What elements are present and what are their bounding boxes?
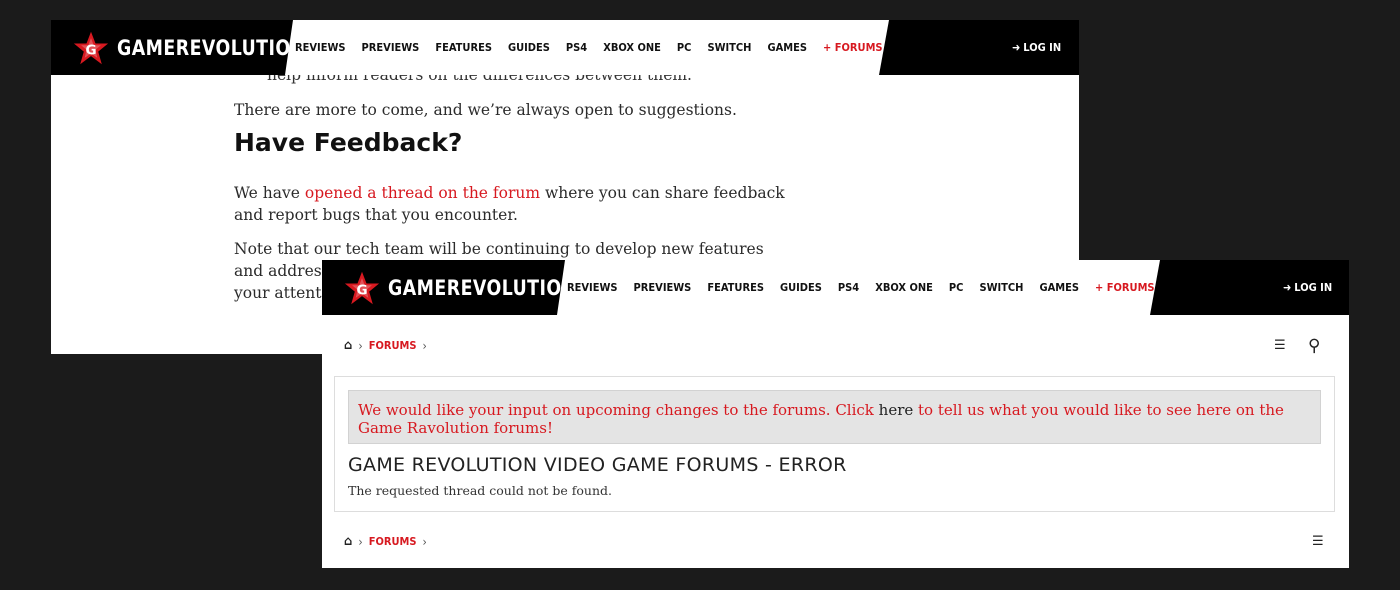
nav-games[interactable]: GAMES bbox=[1039, 281, 1079, 294]
nav-reviews[interactable]: REVIEWS bbox=[295, 41, 346, 54]
article-heading: Have Feedback? bbox=[234, 128, 463, 157]
site-logo[interactable]: G GAMEREVOLUTION bbox=[51, 20, 322, 75]
star-logo-icon: G bbox=[73, 31, 109, 64]
nav-members[interactable]: + MEMBERS bbox=[1171, 281, 1238, 294]
nav-forums[interactable]: + FORUMS bbox=[1095, 281, 1155, 294]
breadcrumb-forums[interactable]: FORUMS bbox=[369, 339, 417, 352]
login-label: LOG IN bbox=[1023, 41, 1062, 54]
logo-wordmark: GAMEREVOLUTION bbox=[117, 35, 306, 60]
nav-previews[interactable]: PREVIEWS bbox=[634, 281, 692, 294]
login-icon: ➜ bbox=[1283, 281, 1292, 294]
nav-pc[interactable]: PC bbox=[949, 281, 964, 294]
chevron-right-icon: › bbox=[358, 338, 363, 353]
nav-links: REVIEWS PREVIEWS FEATURES GUIDES PS4 XBO… bbox=[557, 260, 1160, 315]
star-logo-icon: G bbox=[344, 271, 380, 304]
nav-reviews[interactable]: REVIEWS bbox=[567, 281, 618, 294]
search-icon[interactable]: ⚲ bbox=[1308, 336, 1320, 356]
forum-window: G GAMEREVOLUTION REVIEWS PREVIEWS FEATUR… bbox=[322, 260, 1349, 568]
nav-ps4[interactable]: PS4 bbox=[838, 281, 859, 294]
home-icon[interactable]: ⌂ bbox=[344, 338, 352, 353]
chevron-right-icon: › bbox=[358, 534, 363, 549]
home-icon[interactable]: ⌂ bbox=[344, 534, 352, 549]
error-message: The requested thread could not be found. bbox=[348, 483, 612, 498]
login-icon: ➜ bbox=[1012, 41, 1021, 54]
svg-text:G: G bbox=[85, 42, 96, 58]
svg-text:G: G bbox=[356, 282, 367, 298]
list-icon[interactable]: ☰ bbox=[1274, 338, 1286, 353]
breadcrumb: ⌂ › FORUMS › bbox=[344, 338, 433, 353]
notice-here-link[interactable]: here bbox=[879, 401, 914, 419]
chevron-right-icon: › bbox=[422, 534, 427, 549]
nav-guides[interactable]: GUIDES bbox=[508, 41, 550, 54]
site-logo[interactable]: G GAMEREVOLUTION bbox=[322, 260, 593, 315]
nav-members[interactable]: + MEMBERS bbox=[899, 41, 966, 54]
article-paragraph: There are more to come, and we’re always… bbox=[234, 101, 737, 119]
nav-features[interactable]: FEATURES bbox=[435, 41, 492, 54]
article-paragraph: We have opened a thread on the forum whe… bbox=[234, 184, 785, 224]
forum-notice: We would like your input on upcoming cha… bbox=[348, 390, 1321, 444]
list-icon[interactable]: ☰ bbox=[1312, 534, 1324, 549]
top-nav: G GAMEREVOLUTION REVIEWS PREVIEWS FEATUR… bbox=[322, 260, 1349, 315]
nav-switch[interactable]: SWITCH bbox=[707, 41, 751, 54]
logo-wordmark: GAMEREVOLUTION bbox=[388, 275, 577, 300]
chevron-right-icon: › bbox=[422, 338, 427, 353]
login-button[interactable]: ➜ LOG IN bbox=[1283, 260, 1332, 315]
nav-features[interactable]: FEATURES bbox=[707, 281, 764, 294]
error-title: GAME REVOLUTION VIDEO GAME FORUMS - ERRO… bbox=[348, 454, 847, 476]
login-button[interactable]: ➜ LOG IN bbox=[1012, 20, 1061, 75]
nav-forums[interactable]: + FORUMS bbox=[823, 41, 883, 54]
nav-guides[interactable]: GUIDES bbox=[780, 281, 822, 294]
nav-games[interactable]: GAMES bbox=[767, 41, 807, 54]
login-label: LOG IN bbox=[1294, 281, 1333, 294]
top-nav: G GAMEREVOLUTION REVIEWS PREVIEWS FEATUR… bbox=[51, 20, 1079, 75]
nav-pc[interactable]: PC bbox=[677, 41, 692, 54]
nav-previews[interactable]: PREVIEWS bbox=[362, 41, 420, 54]
nav-links: REVIEWS PREVIEWS FEATURES GUIDES PS4 XBO… bbox=[285, 20, 889, 75]
breadcrumb-bottom: ⌂ › FORUMS › bbox=[344, 534, 433, 549]
forum-thread-link[interactable]: opened a thread on the forum bbox=[305, 184, 540, 202]
breadcrumb-forums[interactable]: FORUMS bbox=[369, 535, 417, 548]
nav-ps4[interactable]: PS4 bbox=[566, 41, 587, 54]
nav-xbox-one[interactable]: XBOX ONE bbox=[603, 41, 661, 54]
nav-switch[interactable]: SWITCH bbox=[979, 281, 1023, 294]
forum-panel: We would like your input on upcoming cha… bbox=[334, 376, 1335, 512]
nav-xbox-one[interactable]: XBOX ONE bbox=[875, 281, 933, 294]
